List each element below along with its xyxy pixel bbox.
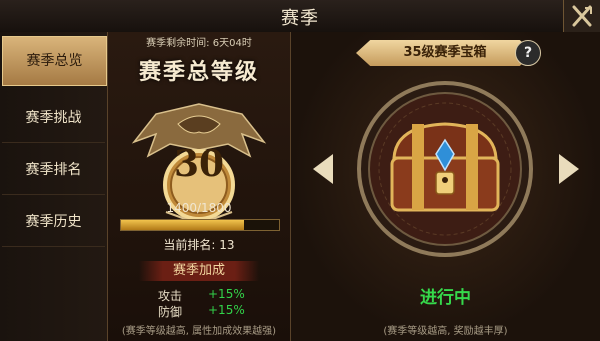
remaining-time-label: 赛季剩余时间: <box>146 38 210 49</box>
current-rank: 当前排名: 13 <box>108 236 290 253</box>
bonus-attack-value: +15% <box>208 287 245 301</box>
bonus-attack-label: 攻击 <box>158 289 183 303</box>
level-footnote: (赛季等级越高, 属性加成效果越强) <box>121 326 277 337</box>
treasure-chest-icon[interactable] <box>356 80 534 258</box>
window-title: 赛季 <box>281 8 319 29</box>
bonus-defense-label: 防御 <box>158 305 183 319</box>
reward-status: 进行中 <box>420 288 471 308</box>
bonus-defense-value: +15% <box>208 303 245 317</box>
close-icon <box>572 5 592 27</box>
season-level-number: 30 <box>173 143 225 185</box>
sidebar-item-history[interactable]: 赛季历史 <box>2 198 105 247</box>
close-button[interactable] <box>563 0 600 32</box>
sidebar: 赛季总览 赛季挑战 赛季排名 赛季历史 <box>0 32 108 341</box>
sidebar-item-ranking[interactable]: 赛季排名 <box>2 146 105 195</box>
arrow-left-icon[interactable] <box>311 152 335 186</box>
exp-text: 1400/1800 <box>166 201 232 215</box>
sidebar-item-challenge[interactable]: 赛季挑战 <box>2 94 105 143</box>
exp-progress-bar <box>120 219 280 231</box>
season-level-panel: 赛季剩余时间: 6天04时 赛季总等级 30 1400/1800 当前排名: 1… <box>108 32 291 341</box>
season-level-title: 赛季总等级 <box>138 59 259 85</box>
reward-panel: 35级赛季宝箱 ? 进行中 (赛季等级越高, 奖励越丰厚) <box>291 32 600 341</box>
title-bar: 赛季 <box>0 0 600 33</box>
exp-progress-fill <box>121 220 245 230</box>
reward-footnote: (赛季等级越高, 奖励越丰厚) <box>383 326 508 337</box>
remaining-time: 赛季剩余时间: 6天04时 <box>108 34 290 49</box>
rank-label: 当前排名: <box>163 238 216 252</box>
arrow-right-icon[interactable] <box>557 152 581 186</box>
season-window: 赛季 赛季总览 赛季挑战 赛季排名 赛季历史 赛季剩余时间: 6天04时 赛季总… <box>0 0 600 341</box>
reward-title: 35级赛季宝箱 <box>356 40 534 66</box>
season-bonus-title: 赛季加成 <box>139 261 259 281</box>
rank-value: 13 <box>219 238 235 252</box>
help-button[interactable]: ? <box>515 40 541 66</box>
sidebar-item-overview[interactable]: 赛季总览 <box>2 36 107 86</box>
remaining-time-value: 6天04时 <box>212 38 252 49</box>
